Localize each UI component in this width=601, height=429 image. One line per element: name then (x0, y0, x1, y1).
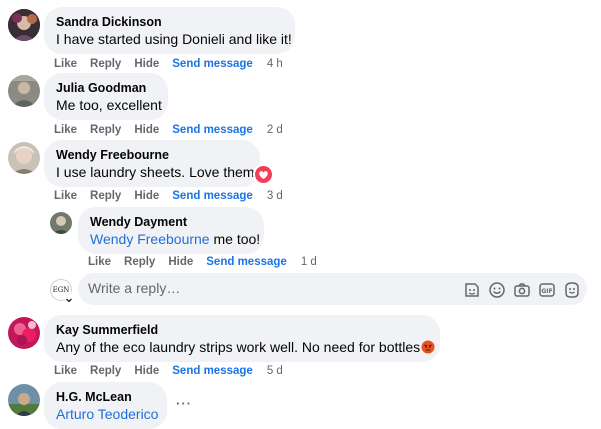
hide-button[interactable]: Hide (134, 190, 159, 202)
comment-text: Me too, excellent (56, 97, 162, 113)
comment-bubble: H.G. McLean Arturo Teoderico (44, 382, 167, 429)
comment-timestamp[interactable]: 5 d (267, 365, 283, 377)
comment-actions: Like Reply Hide Send message 4 h (54, 56, 296, 72)
comment-author[interactable]: H.G. McLean (56, 389, 155, 405)
comment-timestamp[interactable]: 3 d (267, 190, 283, 202)
mention-link[interactable]: Wendy Freebourne (90, 231, 210, 247)
send-message-link[interactable]: Send message (172, 58, 253, 70)
hide-button[interactable]: Hide (168, 256, 193, 268)
comment-actions: Like Reply Hide Send message 5 d (54, 363, 296, 379)
send-message-link[interactable]: Send message (172, 190, 253, 202)
like-button[interactable]: Like (54, 365, 77, 377)
hide-button[interactable]: Hide (134, 124, 159, 136)
reply-placeholder: Write a reply… (88, 280, 181, 296)
svg-text:GIF: GIF (541, 288, 552, 295)
comment-bubble: Kay Summerfield Any of the eco laundry s… (44, 315, 440, 362)
comment-bubble: Sandra Dickinson I have started using Do… (44, 7, 295, 54)
comment-actions: Like Reply Hide Send message 3 d (54, 188, 296, 204)
comment-text: I use laundry sheets. Love them. (56, 164, 259, 180)
avatar[interactable] (8, 317, 40, 349)
comment-text-content: Any of the eco laundry strips work well.… (56, 339, 421, 355)
avatar[interactable] (8, 142, 40, 174)
send-message-link[interactable]: Send message (206, 256, 287, 268)
reply-text: me too! (209, 231, 261, 247)
reply-input[interactable]: Write a reply… GIF (78, 273, 587, 305)
comment-timestamp[interactable]: 4 h (267, 58, 283, 70)
comment-text: I have started using Donieli and like it… (56, 31, 292, 47)
angry-face-emoji (421, 340, 435, 354)
hide-button[interactable]: Hide (134, 365, 159, 377)
camera-icon[interactable] (513, 281, 531, 299)
comment-text: Arturo Teoderico (56, 405, 158, 424)
hide-button[interactable]: Hide (134, 58, 159, 70)
reply-button[interactable]: Reply (90, 58, 121, 70)
send-message-link[interactable]: Send message (172, 124, 253, 136)
emoji-icon[interactable] (488, 281, 506, 299)
avatar[interactable] (8, 9, 40, 41)
like-button[interactable]: Like (54, 190, 77, 202)
reply-button[interactable]: Reply (90, 365, 121, 377)
chevron-down-icon[interactable] (64, 292, 74, 303)
like-button[interactable]: Like (54, 124, 77, 136)
avatar[interactable] (50, 212, 72, 234)
heart-reaction-icon[interactable] (253, 164, 274, 185)
comment-author[interactable]: Sandra Dickinson (56, 14, 283, 30)
avatar[interactable] (8, 75, 40, 107)
like-button[interactable]: Like (54, 58, 77, 70)
comment-timestamp[interactable]: 1 d (301, 256, 317, 268)
comment-timestamp[interactable]: 2 d (267, 124, 283, 136)
sticker-icon[interactable] (463, 281, 481, 299)
comment-author[interactable]: Wendy Freebourne (56, 147, 248, 163)
comment-author[interactable]: Julia Goodman (56, 80, 156, 96)
gif-icon[interactable]: GIF (538, 281, 556, 299)
reply-button[interactable]: Reply (90, 190, 121, 202)
comment-actions: Like Reply Hide Send message 2 d (54, 122, 296, 138)
avatar[interactable] (8, 384, 40, 416)
comment-bubble: Julia Goodman Me too, excellent (44, 73, 168, 120)
comment-author[interactable]: Wendy Dayment (90, 214, 252, 230)
avatar-sticker-icon[interactable] (563, 281, 581, 299)
send-message-link[interactable]: Send message (172, 365, 253, 377)
mention-link[interactable]: Arturo Teoderico (56, 406, 158, 422)
comment-text: Wendy Freebourne me too! (90, 230, 260, 249)
more-options-button[interactable]: ··· (176, 396, 192, 411)
like-button[interactable]: Like (88, 256, 111, 268)
comment-actions: Like Reply Hide Send message 1 d (88, 254, 330, 270)
comment-bubble: Wendy Freebourne I use laundry sheets. L… (44, 140, 260, 187)
reply-button[interactable]: Reply (90, 124, 121, 136)
reply-bubble: Wendy Dayment Wendy Freebourne me too! (78, 207, 264, 254)
reply-button[interactable]: Reply (124, 256, 155, 268)
comment-text: Any of the eco laundry strips work well.… (56, 338, 435, 357)
comment-author[interactable]: Kay Summerfield (56, 322, 428, 338)
